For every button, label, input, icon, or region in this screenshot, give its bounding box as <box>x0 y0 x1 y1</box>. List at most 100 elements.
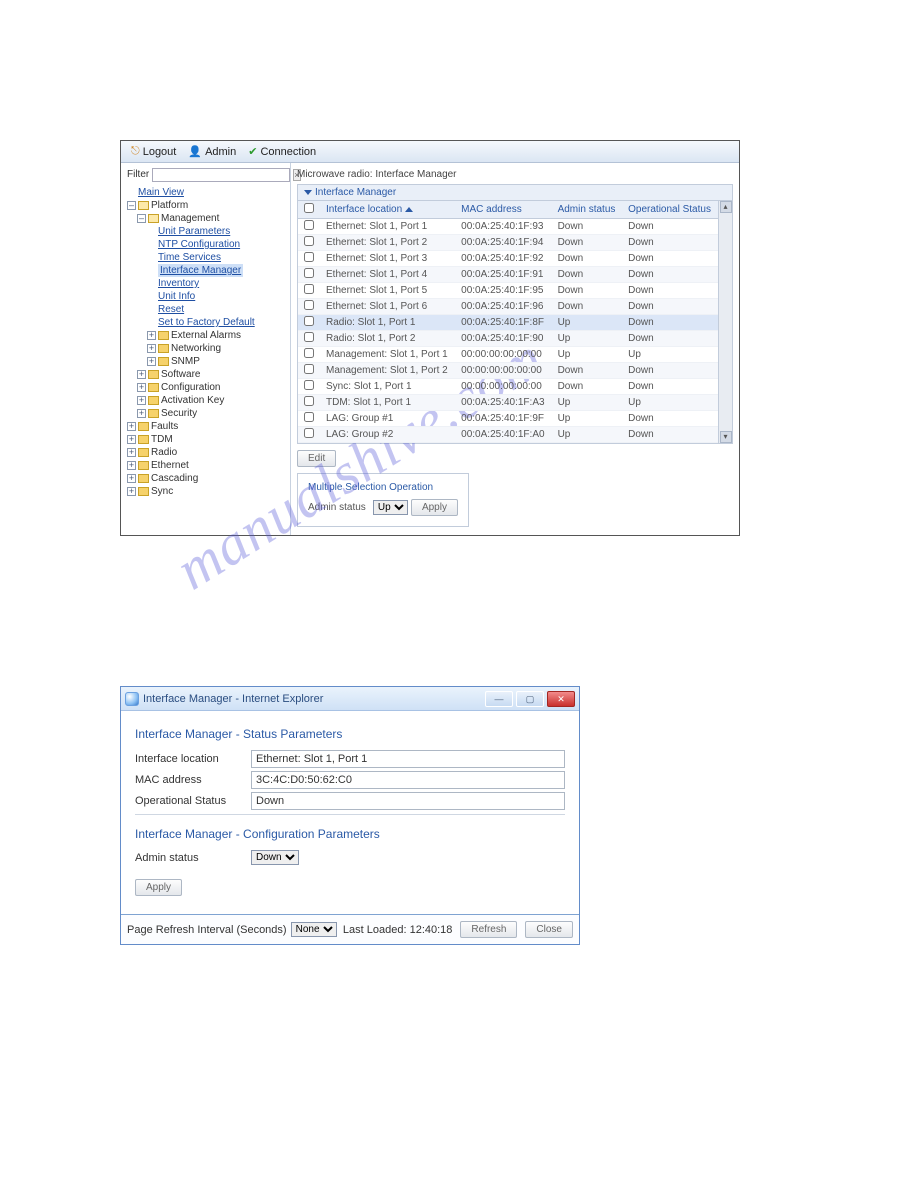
oper-value <box>251 792 565 810</box>
row-checkbox[interactable] <box>304 412 314 422</box>
table-row[interactable]: Radio: Slot 1, Port 200:0A:25:40:1F:90Up… <box>298 331 718 347</box>
tree-faults[interactable]: Faults <box>151 420 178 433</box>
refresh-button[interactable]: Refresh <box>460 921 517 938</box>
table-row[interactable]: Ethernet: Slot 1, Port 300:0A:25:40:1F:9… <box>298 251 718 267</box>
admin-select[interactable]: Down <box>251 850 299 865</box>
tree-management[interactable]: Management <box>161 212 219 225</box>
tree-radio[interactable]: Radio <box>151 446 177 459</box>
tree-networking[interactable]: Networking <box>171 342 221 355</box>
expand-icon[interactable]: + <box>147 344 156 353</box>
expand-icon[interactable]: + <box>127 448 136 457</box>
col-admin[interactable]: Admin status <box>552 201 623 219</box>
table-row[interactable]: Ethernet: Slot 1, Port 500:0A:25:40:1F:9… <box>298 283 718 299</box>
select-all-checkbox[interactable] <box>304 203 314 213</box>
table-row[interactable]: Radio: Slot 1, Port 100:0A:25:40:1F:8FUp… <box>298 315 718 331</box>
tree-external-alarms[interactable]: External Alarms <box>171 329 241 342</box>
tree-tdm[interactable]: TDM <box>151 433 173 446</box>
table-row[interactable]: Ethernet: Slot 1, Port 100:0A:25:40:1F:9… <box>298 219 718 235</box>
expand-icon[interactable]: – <box>137 214 146 223</box>
table-row[interactable]: Management: Slot 1, Port 100:00:00:00:00… <box>298 347 718 363</box>
col-mac[interactable]: MAC address <box>455 201 551 219</box>
tree-activation-key[interactable]: Activation Key <box>161 394 224 407</box>
tree-factory-default[interactable]: Set to Factory Default <box>158 316 255 329</box>
col-location[interactable]: Interface location <box>320 201 455 219</box>
row-checkbox[interactable] <box>304 396 314 406</box>
cell-location: Radio: Slot 1, Port 1 <box>320 315 455 331</box>
table-row[interactable]: Ethernet: Slot 1, Port 400:0A:25:40:1F:9… <box>298 267 718 283</box>
expand-icon[interactable]: + <box>137 370 146 379</box>
cell-admin: Down <box>552 251 623 267</box>
expand-icon[interactable]: + <box>127 461 136 470</box>
row-checkbox[interactable] <box>304 252 314 262</box>
tree-main-view[interactable]: Main View <box>138 186 184 199</box>
expand-icon[interactable]: + <box>137 396 146 405</box>
cell-oper: Down <box>622 411 718 427</box>
connection-button[interactable]: ✔Connection <box>244 145 320 158</box>
filter-input[interactable] <box>152 168 290 182</box>
table-row[interactable]: Ethernet: Slot 1, Port 600:0A:25:40:1F:9… <box>298 299 718 315</box>
tree-interface-manager[interactable]: Interface Manager <box>158 264 243 277</box>
scroll-up-icon[interactable]: ▴ <box>720 201 732 213</box>
expand-icon[interactable]: + <box>127 487 136 496</box>
table-row[interactable]: LAG: Group #100:0A:25:40:1F:9FUpDown <box>298 411 718 427</box>
table-row[interactable]: Ethernet: Slot 1, Port 200:0A:25:40:1F:9… <box>298 235 718 251</box>
tree-security[interactable]: Security <box>161 407 197 420</box>
table-row[interactable]: Management: Slot 1, Port 200:00:00:00:00… <box>298 363 718 379</box>
edit-button[interactable]: Edit <box>297 450 336 467</box>
minimize-button[interactable]: — <box>485 691 513 707</box>
cell-location: LAG: Group #2 <box>320 427 455 443</box>
row-checkbox[interactable] <box>304 364 314 374</box>
row-checkbox[interactable] <box>304 316 314 326</box>
row-checkbox[interactable] <box>304 380 314 390</box>
table-caption[interactable]: Interface Manager <box>298 185 732 201</box>
cell-mac: 00:0A:25:40:1F:96 <box>455 299 551 315</box>
mso-admin-select[interactable]: Up <box>373 500 408 515</box>
tree-time-services[interactable]: Time Services <box>158 251 221 264</box>
scroll-down-icon[interactable]: ▾ <box>720 431 732 443</box>
expand-icon[interactable]: + <box>127 435 136 444</box>
row-checkbox[interactable] <box>304 300 314 310</box>
tree-unit-parameters[interactable]: Unit Parameters <box>158 225 230 238</box>
tree-software[interactable]: Software <box>161 368 200 381</box>
mso-apply-button[interactable]: Apply <box>411 499 458 516</box>
tree-configuration[interactable]: Configuration <box>161 381 220 394</box>
expand-icon[interactable]: + <box>127 422 136 431</box>
tree-sync[interactable]: Sync <box>151 485 173 498</box>
tree-reset[interactable]: Reset <box>158 303 184 316</box>
row-checkbox[interactable] <box>304 284 314 294</box>
logout-button[interactable]: ⎋Logout <box>127 145 180 158</box>
row-checkbox[interactable] <box>304 236 314 246</box>
close-dialog-button[interactable]: Close <box>525 921 573 938</box>
expand-icon[interactable]: + <box>147 331 156 340</box>
table-row[interactable]: TDM: Slot 1, Port 100:0A:25:40:1F:A3UpUp <box>298 395 718 411</box>
tree-platform[interactable]: Platform <box>151 199 188 212</box>
cell-oper: Down <box>622 363 718 379</box>
tree-ntp-configuration[interactable]: NTP Configuration <box>158 238 240 251</box>
row-checkbox[interactable] <box>304 348 314 358</box>
expand-icon[interactable]: + <box>137 383 146 392</box>
dialog-footer: Page Refresh Interval (Seconds) None Las… <box>121 914 579 944</box>
cell-location: Ethernet: Slot 1, Port 3 <box>320 251 455 267</box>
scrollbar[interactable]: ▴ ▾ <box>718 201 732 443</box>
row-checkbox[interactable] <box>304 428 314 438</box>
tree-cascading[interactable]: Cascading <box>151 472 198 485</box>
row-checkbox[interactable] <box>304 220 314 230</box>
tree-unit-info[interactable]: Unit Info <box>158 290 195 303</box>
table-row[interactable]: Sync: Slot 1, Port 100:00:00:00:00:00Dow… <box>298 379 718 395</box>
close-button[interactable]: ✕ <box>547 691 575 707</box>
table-row[interactable]: LAG: Group #200:0A:25:40:1F:A0UpDown <box>298 427 718 443</box>
admin-button[interactable]: 👤Admin <box>184 145 240 158</box>
expand-icon[interactable]: + <box>137 409 146 418</box>
tree-snmp[interactable]: SNMP <box>171 355 200 368</box>
row-checkbox[interactable] <box>304 268 314 278</box>
tree-inventory[interactable]: Inventory <box>158 277 199 290</box>
tree-ethernet[interactable]: Ethernet <box>151 459 189 472</box>
expand-icon[interactable]: – <box>127 201 136 210</box>
expand-icon[interactable]: + <box>147 357 156 366</box>
row-checkbox[interactable] <box>304 332 314 342</box>
maximize-button[interactable]: ▢ <box>516 691 544 707</box>
expand-icon[interactable]: + <box>127 474 136 483</box>
refresh-interval-select[interactable]: None <box>291 922 337 937</box>
apply-button[interactable]: Apply <box>135 879 182 896</box>
col-oper[interactable]: Operational Status <box>622 201 718 219</box>
